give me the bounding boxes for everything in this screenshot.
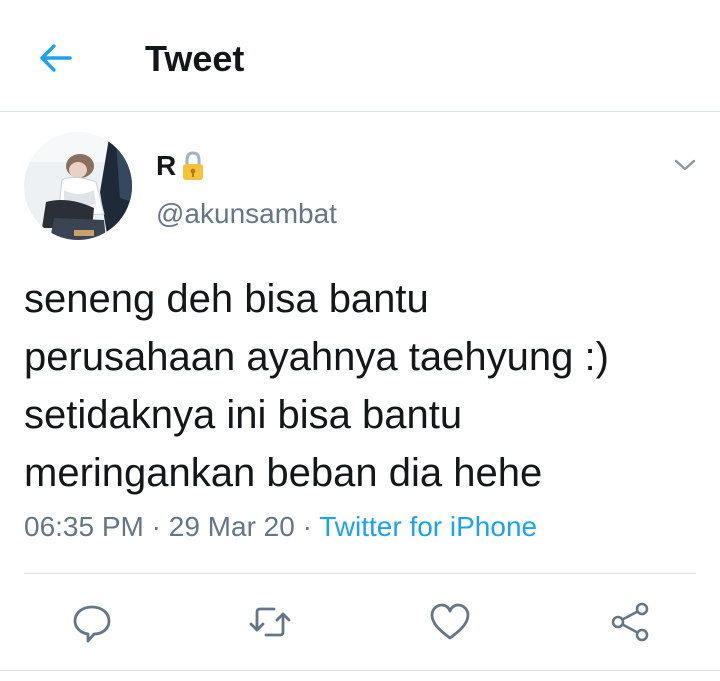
retweet-button[interactable] [248, 600, 292, 644]
like-button[interactable] [428, 600, 472, 644]
back-button[interactable] [36, 38, 76, 78]
tweet-text-line: perusahaan ayahnya taehyung :) [24, 335, 609, 379]
reply-icon [73, 605, 111, 643]
tweet-actions-bar [0, 594, 720, 648]
share-button[interactable] [608, 600, 652, 644]
lock-icon [183, 151, 204, 180]
tweet-menu-button[interactable] [670, 150, 700, 180]
divider [0, 670, 720, 671]
meta-separator: · [151, 511, 161, 542]
share-icon [611, 602, 649, 642]
author-name-row: R [156, 148, 206, 184]
arrow-left-icon [40, 44, 72, 72]
page-title: Tweet [145, 38, 245, 79]
top-bar: Tweet [0, 0, 720, 112]
tweet-date: 29 Mar 20 [168, 511, 295, 542]
retweet-icon [249, 607, 291, 637]
avatar[interactable] [24, 132, 132, 240]
tweet-time: 06:35 PM [24, 511, 144, 542]
profile-photo [24, 132, 132, 240]
chevron-down-icon [674, 159, 696, 171]
tweet-text-line: setidaknya ini bisa bantu [24, 393, 463, 437]
tweet-text-line: seneng deh bisa bantu [24, 277, 429, 321]
tweet-text-line: meringankan beban dia hehe [24, 451, 543, 495]
author-display-name[interactable]: R [156, 149, 176, 183]
tweet-text: seneng deh bisa bantu perusahaan ayahnya… [24, 270, 704, 502]
author-handle[interactable]: @akunsambat [156, 196, 337, 232]
tweet-source-link[interactable]: Twitter for iPhone [319, 511, 537, 542]
tweet-metadata: 06:35 PM · 29 Mar 20 · Twitter for iPhon… [24, 507, 537, 547]
like-icon [430, 603, 470, 640]
meta-separator: · [302, 511, 312, 542]
reply-button[interactable] [70, 600, 114, 644]
divider [24, 573, 696, 574]
